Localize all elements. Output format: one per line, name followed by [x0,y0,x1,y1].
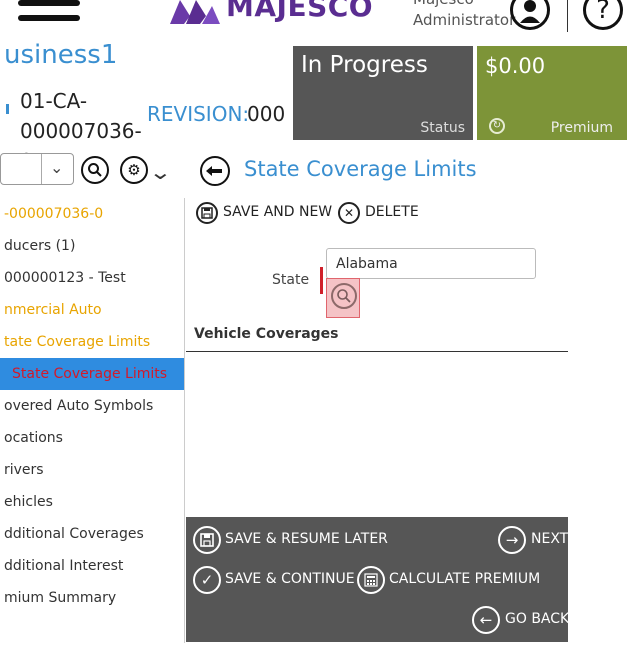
logo-text: MAJESCO [226,0,374,23]
status-tile: In Progress Status [293,46,473,140]
state-input[interactable] [326,248,536,279]
back-arrow-icon[interactable] [200,156,230,186]
arrow-left-icon [206,166,222,176]
state-label: State [272,272,310,288]
user-icon[interactable] [510,0,550,30]
gear-icon[interactable]: ⚙ [120,156,148,184]
sidebar-item-producer[interactable]: 000000123 - Test [4,270,126,286]
save-and-new-button[interactable]: SAVE AND NEW [223,204,332,220]
menu-icon[interactable] [18,0,80,30]
header-divider [567,0,568,32]
premium-tile: $0.00 ↻ Premium [477,46,627,140]
sidebar-item-locations[interactable]: ocations [4,430,63,446]
save-resume-later-button[interactable]: SAVE & RESUME LATER [225,531,388,547]
expand-chevron-icon[interactable]: ⌄ [149,160,172,184]
business-name: usiness1 [4,40,118,70]
back-arrow-icon[interactable]: ← [472,606,500,634]
section-title: Vehicle Coverages [194,326,339,342]
sidebar-item-drivers[interactable]: rivers [4,462,44,478]
status-label: Status [420,120,465,136]
required-indicator [320,267,323,294]
sidebar-item-additional-interest[interactable]: dditional Interest [4,558,123,574]
sidebar-item-producers[interactable]: ducers (1) [4,238,75,254]
user-silhouette-icon [520,0,540,23]
check-icon[interactable]: ✓ [193,566,221,594]
chevron-down-icon[interactable]: ⌄ [50,158,63,177]
revision-value: 000 [247,102,286,126]
state-lookup-button[interactable] [326,278,360,318]
delete-icon[interactable]: ✕ [338,202,360,224]
calculator-grid-icon [364,573,378,587]
magnifier-icon [88,163,102,177]
sidebar-item-state-coverage-limits-active[interactable]: State Coverage Limits [12,366,167,382]
policy-marker [6,104,9,114]
sidebar-item-commercial-auto[interactable]: nmercial Auto [4,302,102,318]
search-icon[interactable] [81,156,109,184]
sidebar-item-vehicles[interactable]: ehicles [4,494,53,510]
save-continue-button[interactable]: SAVE & CONTINUE [225,571,355,587]
status-value: In Progress [301,52,428,78]
sidebar-item-additional-coverages[interactable]: dditional Coverages [4,526,144,542]
next-arrow-icon[interactable]: → [498,526,526,554]
refresh-icon[interactable]: ↻ [489,118,505,134]
sidebar-item-policy[interactable]: -000007036-0 [4,206,103,222]
majesco-logo-icon [170,0,220,24]
page-title: State Coverage Limits [244,157,477,181]
magnifier-icon [337,289,351,303]
save-icon[interactable] [196,202,218,224]
help-icon[interactable]: ? [583,0,623,30]
sidebar-item-premium-summary[interactable]: mium Summary [4,590,116,606]
sidebar [0,198,185,643]
save-icon[interactable] [193,526,221,554]
next-button[interactable]: NEXT [531,531,568,547]
user-role: Administrator [413,11,516,29]
delete-button[interactable]: DELETE [365,204,419,220]
footer-bar: SAVE & RESUME LATER → NEXT ✓ SAVE & CONT… [186,517,569,642]
floppy-icon [201,207,213,219]
floppy-icon [200,533,214,547]
go-back-button[interactable]: GO BACK [505,611,569,627]
premium-value: $0.00 [485,54,546,78]
user-org: Majesco [413,0,474,8]
search-icon [331,283,357,309]
premium-label: Premium [550,120,613,136]
sidebar-item-state-coverage-limits[interactable]: tate Coverage Limits [4,334,150,350]
calculator-icon[interactable] [357,566,385,594]
section-divider [186,351,568,352]
sidebar-item-covered-auto-symbols[interactable]: overed Auto Symbols [4,398,153,414]
revision-label: REVISION: [147,102,250,126]
calculate-premium-button[interactable]: CALCULATE PREMIUM [389,571,540,587]
